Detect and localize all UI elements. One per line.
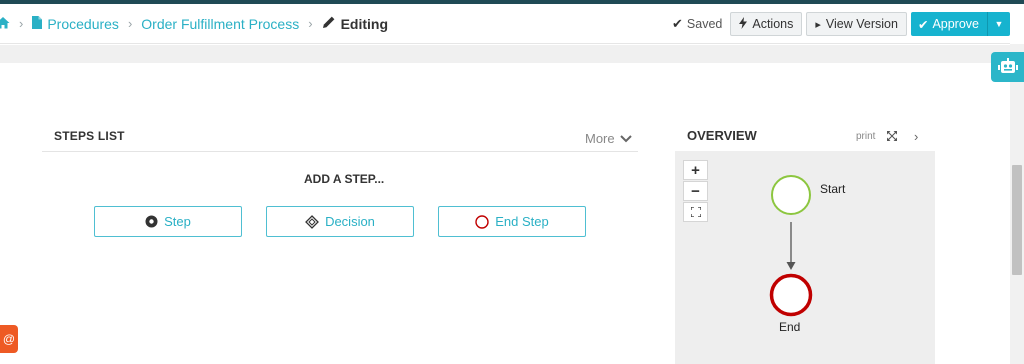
start-node-label: Start — [820, 182, 846, 196]
start-node[interactable] — [771, 175, 811, 215]
flow-arrowhead — [786, 262, 796, 270]
at-icon[interactable]: @ — [0, 325, 18, 353]
end-node-label: End — [779, 320, 801, 334]
end-node[interactable] — [769, 273, 813, 317]
overview-flow — [769, 175, 813, 317]
